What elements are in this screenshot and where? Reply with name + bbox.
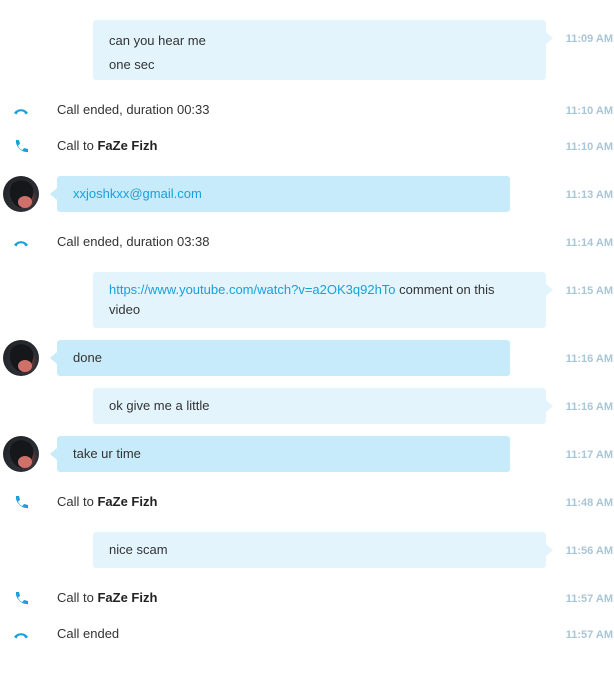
incoming-message-bubble[interactable]: done — [50, 340, 510, 376]
call-prefix: Call to — [57, 590, 98, 605]
call-ended-icon — [12, 102, 30, 120]
call-event-text: Call to FaZe Fizh — [57, 590, 157, 605]
message-timestamp: 11:57 AM — [565, 593, 613, 605]
message-timestamp: 11:56 AM — [565, 545, 613, 557]
message-timestamp: 11:16 AM — [565, 401, 613, 413]
message-timestamp: 11:48 AM — [565, 497, 613, 509]
call-ended-icon — [12, 234, 30, 252]
contact-avatar[interactable] — [3, 436, 39, 472]
message-text: ok give me a little — [109, 398, 210, 413]
call-ended-icon — [12, 626, 30, 644]
message-text: done — [73, 350, 102, 365]
message-row: nice scam 11:56 AM — [0, 532, 614, 568]
message-timestamp: 11:10 AM — [565, 105, 613, 117]
outgoing-message-bubble[interactable]: can you hear me one sec — [93, 20, 553, 80]
phone-icon — [12, 494, 30, 512]
message-text: https://www.youtube.com/watch?v=a2OK3q92… — [109, 280, 530, 300]
call-event-text: Call to FaZe Fizh — [57, 494, 157, 509]
email-link[interactable]: xxjoshkxx@gmail.com — [73, 186, 202, 201]
incoming-message-bubble[interactable]: xxjoshkxx@gmail.com — [50, 176, 510, 212]
message-timestamp: 11:16 AM — [565, 353, 613, 365]
message-timestamp: 11:09 AM — [565, 33, 613, 45]
call-event-text: Call to FaZe Fizh — [57, 138, 157, 153]
message-row: ok give me a little 11:16 AM — [0, 388, 614, 424]
contact-name[interactable]: FaZe Fizh — [97, 590, 157, 605]
message-text: take ur time — [73, 446, 141, 461]
message-timestamp: 11:13 AM — [565, 189, 613, 201]
call-event-text: Call ended — [57, 626, 120, 641]
message-row: https://www.youtube.com/watch?v=a2OK3q92… — [0, 272, 614, 328]
phone-icon — [12, 138, 30, 156]
message-text: nice scam — [109, 542, 168, 557]
message-text-after-link: comment on this — [395, 282, 495, 297]
message-row: take ur time 11:17 AM — [0, 436, 614, 472]
message-text: video — [109, 302, 141, 317]
message-row: xxjoshkxx@gmail.com 11:13 AM — [0, 176, 614, 212]
youtube-link[interactable]: https://www.youtube.com/watch?v=a2OK3q92… — [109, 282, 396, 297]
message-text: can you hear me — [109, 33, 206, 48]
outgoing-message-bubble[interactable]: ok give me a little — [93, 388, 553, 424]
call-event-row: Call ended 11:57 AM — [0, 624, 614, 644]
message-timestamp: 11:17 AM — [565, 449, 613, 461]
incoming-message-bubble[interactable]: take ur time — [50, 436, 510, 472]
message-timestamp: 11:14 AM — [565, 237, 613, 249]
contact-avatar[interactable] — [3, 176, 39, 212]
call-event-row: Call ended, duration 03:38 11:14 AM — [0, 232, 614, 252]
call-event-row: Call ended, duration 00:33 11:10 AM — [0, 100, 614, 120]
message-timestamp: 11:10 AM — [565, 141, 613, 153]
message-text: one sec — [109, 57, 155, 72]
call-event-row: Call to FaZe Fizh 11:57 AM — [0, 588, 614, 608]
call-event-text: Call ended, duration 00:33 — [57, 102, 210, 117]
message-row: done 11:16 AM — [0, 340, 614, 376]
message-row: can you hear me one sec 11:09 AM — [0, 20, 614, 80]
message-timestamp: 11:57 AM — [565, 629, 613, 641]
phone-icon — [12, 590, 30, 608]
call-event-row: Call to FaZe Fizh 11:48 AM — [0, 492, 614, 512]
contact-avatar[interactable] — [3, 340, 39, 376]
call-event-row: Call to FaZe Fizh 11:10 AM — [0, 136, 614, 156]
call-prefix: Call to — [57, 494, 98, 509]
message-timestamp: 11:15 AM — [565, 285, 613, 297]
contact-name[interactable]: FaZe Fizh — [97, 138, 157, 153]
call-prefix: Call to — [57, 138, 98, 153]
outgoing-message-bubble[interactable]: https://www.youtube.com/watch?v=a2OK3q92… — [93, 272, 553, 328]
call-event-text: Call ended, duration 03:38 — [57, 234, 210, 249]
contact-name[interactable]: FaZe Fizh — [97, 494, 157, 509]
outgoing-message-bubble[interactable]: nice scam — [93, 532, 553, 568]
